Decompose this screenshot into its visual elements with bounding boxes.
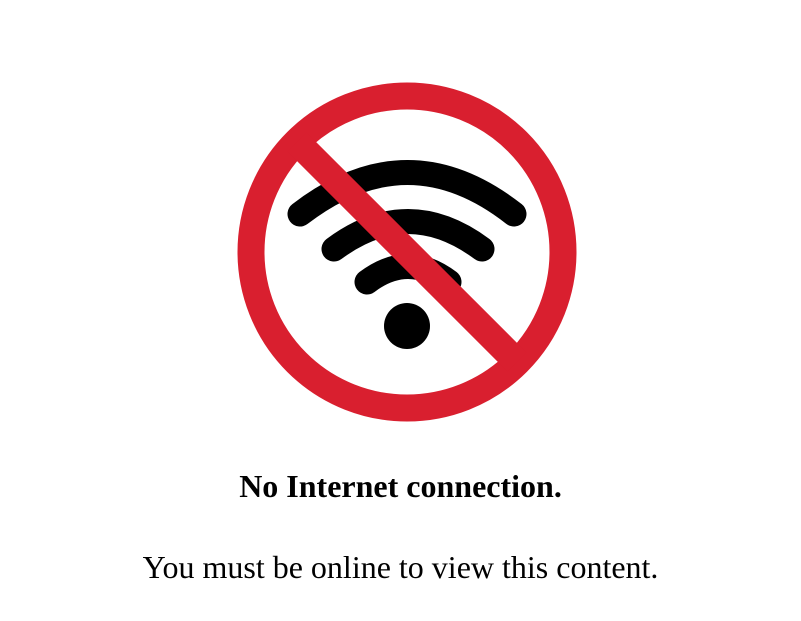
- prohibition-icon: [237, 82, 577, 422]
- wifi-dot: [384, 303, 430, 349]
- offline-page: No Internet connection. You must be onli…: [0, 0, 801, 621]
- no-wifi-icon-graphic: [237, 82, 577, 422]
- offline-message: You must be online to view this content.: [142, 549, 659, 585]
- offline-title: No Internet connection.: [239, 468, 562, 504]
- no-wifi-icon: [236, 81, 578, 423]
